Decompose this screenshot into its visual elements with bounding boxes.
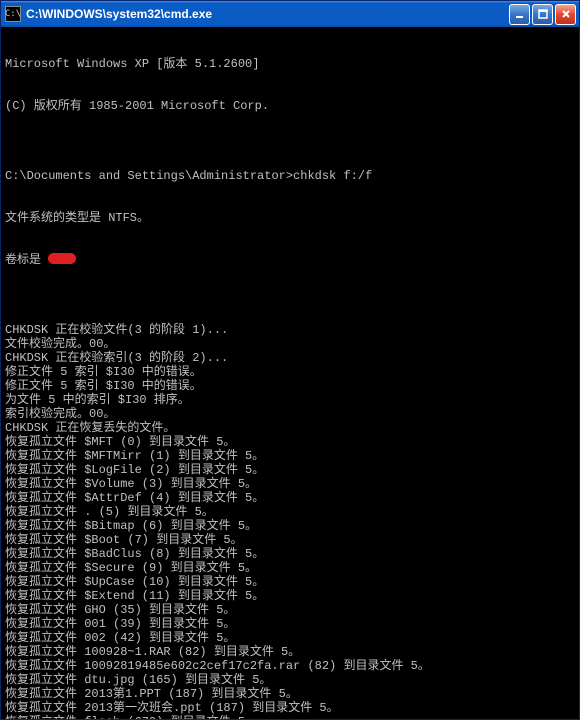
output-line: 卷标是 bbox=[5, 253, 575, 267]
output-line: 恢复孤立文件 $Secure (9) 到目录文件 5。 bbox=[5, 561, 575, 575]
output-line: 索引校验完成。00。 bbox=[5, 407, 575, 421]
output-line: 恢复孤立文件 $Volume (3) 到目录文件 5。 bbox=[5, 477, 575, 491]
output-line: CHKDSK 正在校验文件(3 的阶段 1)... bbox=[5, 323, 575, 337]
output-line: 文件校验完成。00。 bbox=[5, 337, 575, 351]
output-line: 恢复孤立文件 2013第一次班会.ppt (187) 到目录文件 5。 bbox=[5, 701, 575, 715]
output-line: 恢复孤立文件 001 (39) 到目录文件 5。 bbox=[5, 617, 575, 631]
close-button[interactable] bbox=[555, 4, 576, 25]
output-line: 恢复孤立文件 $Boot (7) 到目录文件 5。 bbox=[5, 533, 575, 547]
output-line: 恢复孤立文件 $Extend (11) 到目录文件 5。 bbox=[5, 589, 575, 603]
cmd-icon: C:\ bbox=[5, 6, 21, 22]
output-line: 为文件 5 中的索引 $I30 排序。 bbox=[5, 393, 575, 407]
output-line: 修正文件 5 索引 $I30 中的错误。 bbox=[5, 365, 575, 379]
titlebar[interactable]: C:\ C:\WINDOWS\system32\cmd.exe bbox=[1, 1, 579, 27]
command-text: chkdsk f:/f bbox=[293, 169, 372, 183]
window-title: C:\WINDOWS\system32\cmd.exe bbox=[26, 7, 509, 21]
output-line: 恢复孤立文件 GHO (35) 到目录文件 5。 bbox=[5, 603, 575, 617]
output-line: 恢复孤立文件 100928~1.RAR (82) 到目录文件 5。 bbox=[5, 645, 575, 659]
output-line: CHKDSK 正在恢复丢失的文件。 bbox=[5, 421, 575, 435]
chkdsk-output: CHKDSK 正在校验文件(3 的阶段 1)...文件校验完成。00。CHKDS… bbox=[5, 323, 575, 719]
prompt-line: C:\Documents and Settings\Administrator>… bbox=[5, 169, 575, 183]
maximize-button[interactable] bbox=[532, 4, 553, 25]
redacted-label bbox=[48, 253, 76, 264]
output-line: CHKDSK 正在校验索引(3 的阶段 2)... bbox=[5, 351, 575, 365]
output-line: Microsoft Windows XP [版本 5.1.2600] bbox=[5, 57, 575, 71]
output-line: 恢复孤立文件 $Bitmap (6) 到目录文件 5。 bbox=[5, 519, 575, 533]
output-line: 恢复孤立文件 . (5) 到目录文件 5。 bbox=[5, 505, 575, 519]
output-line: 恢复孤立文件 $UpCase (10) 到目录文件 5。 bbox=[5, 575, 575, 589]
minimize-button[interactable] bbox=[509, 4, 530, 25]
output-line: 恢复孤立文件 $AttrDef (4) 到目录文件 5。 bbox=[5, 491, 575, 505]
output-line: 恢复孤立文件 002 (42) 到目录文件 5。 bbox=[5, 631, 575, 645]
output-line: 恢复孤立文件 dtu.jpg (165) 到目录文件 5。 bbox=[5, 673, 575, 687]
output-line: 文件系统的类型是 NTFS。 bbox=[5, 211, 575, 225]
output-line: 恢复孤立文件 $LogFile (2) 到目录文件 5。 bbox=[5, 463, 575, 477]
output-line: 恢复孤立文件 $MFTMirr (1) 到目录文件 5。 bbox=[5, 449, 575, 463]
output-line: 修正文件 5 索引 $I30 中的错误。 bbox=[5, 379, 575, 393]
output-line: 恢复孤立文件 $BadClus (8) 到目录文件 5。 bbox=[5, 547, 575, 561]
output-line: 恢复孤立文件 flash (679) 到目录文件 5。 bbox=[5, 715, 575, 719]
output-line: 恢复孤立文件 $MFT (0) 到目录文件 5。 bbox=[5, 435, 575, 449]
window-controls bbox=[509, 4, 576, 25]
output-line: 恢复孤立文件 2013第1.PPT (187) 到目录文件 5。 bbox=[5, 687, 575, 701]
output-line: 恢复孤立文件 10092819485e602c2cef17c2fa.rar (8… bbox=[5, 659, 575, 673]
output-line: (C) 版权所有 1985-2001 Microsoft Corp. bbox=[5, 99, 575, 113]
terminal-output[interactable]: Microsoft Windows XP [版本 5.1.2600] (C) 版… bbox=[1, 27, 579, 719]
cmd-window: C:\ C:\WINDOWS\system32\cmd.exe Microsof… bbox=[0, 0, 580, 720]
